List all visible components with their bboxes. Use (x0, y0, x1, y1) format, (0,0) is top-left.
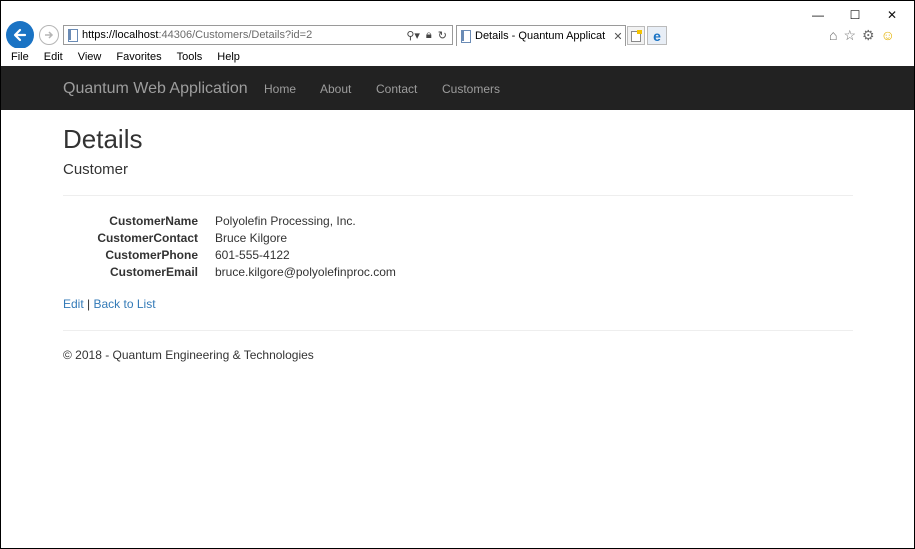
menu-file[interactable]: File (1, 51, 34, 63)
new-tab-button[interactable] (627, 26, 645, 45)
tab-close-icon[interactable]: ✕ (611, 30, 625, 43)
close-icon[interactable]: ✕ (883, 7, 901, 23)
browser-chrome: https://localhost:44306/Customers/Detail… (1, 1, 914, 49)
action-links: Edit | Back to List (63, 297, 156, 311)
forward-button[interactable] (39, 25, 59, 45)
tab-details[interactable]: Details - Quantum Applicat ✕ (456, 25, 626, 46)
home-icon[interactable]: ⌂ (829, 27, 837, 44)
arrow-right-icon (45, 31, 54, 39)
footer-text: © 2018 - Quantum Engineering & Technolog… (63, 348, 314, 362)
maximize-icon[interactable]: ☐ (846, 7, 864, 23)
customer-details: CustomerName Polyolefin Processing, Inc.… (63, 213, 563, 281)
ie-logo-icon[interactable]: e (647, 26, 667, 45)
link-separator: | (87, 297, 91, 311)
customer-contact-value: Bruce Kilgore (215, 231, 288, 245)
refresh-icon[interactable]: ↻ (438, 29, 447, 42)
menu-edit[interactable]: Edit (34, 51, 68, 63)
tab-page-icon (461, 29, 471, 43)
detail-row: CustomerName Polyolefin Processing, Inc. (63, 213, 563, 230)
url-path: :44306/Customers/Details?id=2 (158, 29, 313, 41)
lock-icon[interactable]: 🔒︎ (426, 29, 432, 42)
address-bar[interactable]: https://localhost:44306/Customers/Detail… (63, 25, 453, 45)
detail-row: CustomerPhone 601-555-4122 (63, 247, 563, 264)
customer-contact-label: CustomerContact (97, 231, 198, 245)
search-icon[interactable]: ⚲▾ (406, 29, 420, 42)
customer-phone-value: 601-555-4122 (215, 248, 290, 262)
menu-view[interactable]: View (68, 51, 107, 63)
nav-contact[interactable]: Contact (376, 82, 417, 96)
customer-email-label: CustomerEmail (109, 265, 198, 279)
tab-title: Details - Quantum Applicat (475, 30, 606, 42)
edit-link[interactable]: Edit (63, 297, 84, 311)
divider (63, 195, 853, 196)
new-tab-icon (630, 29, 642, 42)
menu-tools[interactable]: Tools (167, 51, 208, 63)
nav-home[interactable]: Home (264, 82, 296, 96)
star-icon[interactable]: ☆ (843, 27, 856, 44)
browser-window: https://localhost:44306/Customers/Detail… (0, 0, 915, 549)
page-icon (68, 28, 78, 42)
smiley-icon[interactable]: ☺ (881, 27, 895, 44)
url-text[interactable]: https://localhost:44306/Customers/Detail… (82, 29, 406, 41)
arrow-left-icon (13, 28, 27, 42)
footer-divider (63, 330, 853, 331)
menu-help[interactable]: Help (207, 51, 245, 63)
back-button[interactable] (6, 21, 34, 49)
minimize-icon[interactable]: — (809, 7, 827, 23)
back-to-list-link[interactable]: Back to List (94, 297, 156, 311)
detail-row: CustomerEmail bruce.kilgore@polyolefinpr… (63, 264, 563, 281)
url-host: https://localhost (82, 29, 159, 41)
nav-about[interactable]: About (320, 82, 351, 96)
detail-row: CustomerContact Bruce Kilgore (63, 230, 563, 247)
customer-phone-label: CustomerPhone (105, 248, 198, 262)
menu-favorites[interactable]: Favorites (106, 51, 166, 63)
menu-bar: File Edit View Favorites Tools Help (1, 48, 914, 66)
page-subtitle: Customer (63, 161, 129, 178)
brand-link[interactable]: Quantum Web Application (63, 80, 248, 98)
gear-icon[interactable]: ⚙ (862, 27, 875, 44)
site-navbar: Quantum Web Application Home About Conta… (1, 66, 914, 110)
customer-email-value: bruce.kilgore@polyolefinproc.com (215, 265, 396, 279)
page-title: Details (63, 124, 143, 154)
customer-name-value: Polyolefin Processing, Inc. (215, 214, 356, 228)
customer-name-label: CustomerName (109, 214, 198, 228)
nav-customers[interactable]: Customers (442, 82, 500, 96)
